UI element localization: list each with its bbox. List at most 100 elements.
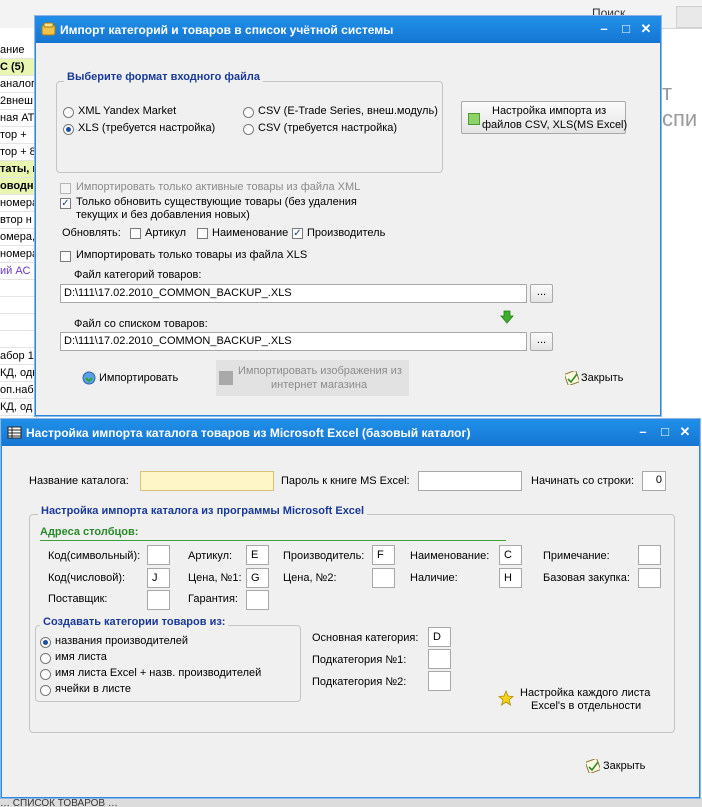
- background-list: ание С (5) аналог 2внеш ная АТ тор + тор + 8 та…: [0, 28, 37, 428]
- format-xls-label[interactable]: XLS (требуется настройка): [78, 122, 215, 134]
- star-icon: [498, 690, 514, 706]
- catalog-name-input[interactable]: [140, 471, 274, 491]
- format-xls-radio[interactable]: [63, 124, 74, 135]
- import-button-label: Импортировать: [99, 372, 179, 384]
- name-cell[interactable]: C: [499, 545, 522, 565]
- subcategory1-label: Подкатегория №1:: [312, 654, 407, 666]
- excel-password-label: Пароль к книге MS Excel:: [281, 475, 410, 487]
- code-symbolic-cell[interactable]: [147, 545, 170, 565]
- maximize-button[interactable]: □: [618, 21, 634, 37]
- background-list-row[interactable]: омера,: [0, 229, 36, 246]
- subcategory1-cell[interactable]: [428, 649, 451, 669]
- background-list-row[interactable]: оводн: [0, 178, 36, 195]
- import-images-line2: интернет магазина: [271, 379, 368, 391]
- code-numeric-cell[interactable]: J: [147, 568, 170, 588]
- format-xml-radio[interactable]: [63, 107, 74, 118]
- article-cell[interactable]: E: [246, 545, 269, 565]
- background-list-row[interactable]: таты, п: [0, 161, 36, 178]
- close-check-icon: [565, 371, 579, 385]
- update-producer-checkbox[interactable]: ✓: [292, 228, 303, 239]
- price1-cell[interactable]: G: [246, 568, 269, 588]
- excel-maximize-button[interactable]: □: [657, 424, 673, 440]
- minimize-button[interactable]: –: [596, 21, 612, 37]
- base-purchase-cell[interactable]: [638, 568, 661, 588]
- warranty-label: Гарантия:: [188, 593, 238, 605]
- excel-settings-group-title: Настройка импорта каталога из программы …: [38, 505, 368, 517]
- update-name-checkbox[interactable]: [197, 228, 208, 239]
- create-by-sheet-producer-label[interactable]: имя листа Excel + назв. производителей: [55, 667, 261, 679]
- background-status: … СПИСОК ТОВАРОВ …: [0, 798, 702, 807]
- excel-close-label: Закрыть: [603, 760, 646, 772]
- import-window-titlebar[interactable]: Импорт категорий и товаров в список учёт…: [36, 17, 660, 43]
- background-list-row[interactable]: втор н: [0, 212, 36, 229]
- categories-browse-button[interactable]: ...: [530, 284, 553, 303]
- start-row-input[interactable]: 0: [642, 471, 666, 491]
- format-xml-label[interactable]: XML Yandex Market: [78, 105, 176, 117]
- only-update-checkbox[interactable]: ✓: [60, 198, 71, 209]
- background-list-row[interactable]: оп.набо: [0, 382, 36, 399]
- availability-cell[interactable]: H: [499, 568, 522, 588]
- code-numeric-label: Код(числовой):: [48, 572, 126, 584]
- price2-cell[interactable]: [372, 568, 395, 588]
- supplier-cell[interactable]: [147, 590, 170, 610]
- background-list-row[interactable]: ий АС: [0, 263, 36, 280]
- background-list-row[interactable]: абор 1: [0, 348, 36, 365]
- background-list-row[interactable]: [0, 331, 36, 348]
- background-list-row[interactable]: КД, од: [0, 399, 36, 416]
- import-window-title: Импорт категорий и товаров в список учёт…: [60, 23, 394, 37]
- create-by-sheet-radio[interactable]: [40, 653, 51, 664]
- background-list-row[interactable]: номера: [0, 195, 36, 212]
- format-group-title: Выберите формат входного файла: [64, 71, 263, 83]
- update-article-checkbox[interactable]: [130, 228, 141, 239]
- background-list-row[interactable]: аналог: [0, 76, 36, 93]
- format-csv-etrade-label[interactable]: CSV (E-Trade Series, внеш.модуль): [258, 105, 438, 117]
- create-by-sheet-producer-radio[interactable]: [40, 669, 51, 680]
- categories-file-input[interactable]: D:\111\17.02.2010_COMMON_BACKUP_.XLS: [60, 284, 527, 303]
- close-window-button[interactable]: ✕: [638, 21, 654, 37]
- background-list-row[interactable]: тор +: [0, 127, 36, 144]
- excel-window-titlebar[interactable]: Настройка импорта каталога товаров из Mi…: [2, 420, 699, 446]
- subcategory2-label: Подкатегория №2:: [312, 676, 407, 688]
- background-list-row[interactable]: номера: [0, 246, 36, 263]
- update-label: Обновлять:: [62, 227, 121, 239]
- only-active-xml-checkbox[interactable]: [60, 183, 71, 194]
- main-category-label: Основная категория:: [312, 632, 419, 644]
- background-list-row[interactable]: КД, одн: [0, 365, 36, 382]
- create-by-cells-label[interactable]: ячейки в листе: [55, 683, 131, 695]
- create-by-cells-radio[interactable]: [40, 685, 51, 696]
- import-setup-button[interactable]: Настройка импорта из файлов CSV, XLS(MS …: [461, 101, 627, 134]
- excel-close-window-button[interactable]: ✕: [677, 424, 693, 440]
- background-list-row[interactable]: 2внеш: [0, 93, 36, 110]
- main-category-cell[interactable]: D: [428, 627, 451, 647]
- create-by-sheet-label[interactable]: имя листа: [55, 651, 107, 663]
- background-list-row[interactable]: [0, 314, 36, 331]
- per-sheet-settings-button[interactable]: Настройка каждого листа Excel's в отдель…: [498, 686, 658, 716]
- format-csv-label[interactable]: CSV (требуется настройка): [258, 122, 397, 134]
- producer-cell[interactable]: F: [372, 545, 395, 565]
- excel-password-input[interactable]: [418, 471, 522, 491]
- products-file-input[interactable]: D:\111\17.02.2010_COMMON_BACKUP_.XLS: [60, 332, 527, 351]
- update-name-label: Наименование: [212, 227, 289, 239]
- background-list-row[interactable]: [0, 280, 36, 297]
- format-csv-radio[interactable]: [243, 124, 254, 135]
- import-images-line1: Импортировать изображения из: [238, 365, 402, 377]
- note-cell[interactable]: [638, 545, 661, 565]
- excel-minimize-button[interactable]: –: [635, 424, 651, 440]
- start-row-label: Начинать со строки:: [531, 475, 635, 487]
- background-list-row[interactable]: ание: [0, 42, 36, 59]
- create-by-producer-label[interactable]: названия производителей: [55, 635, 188, 647]
- background-search-box[interactable]: [676, 6, 702, 28]
- background-list-row[interactable]: тор + 8: [0, 144, 36, 161]
- only-xls-checkbox[interactable]: [60, 251, 71, 262]
- background-list-row[interactable]: [0, 297, 36, 314]
- import-images-button[interactable]: Импортировать изображения из интернет ма…: [216, 360, 409, 396]
- only-xls-label: Импортировать только товары из файла XLS: [76, 249, 308, 261]
- producer-label: Производитель:: [283, 550, 365, 562]
- warranty-cell[interactable]: [246, 590, 269, 610]
- background-list-row[interactable]: С (5): [0, 59, 36, 76]
- products-browse-button[interactable]: ...: [530, 332, 553, 351]
- create-by-producer-radio[interactable]: [40, 637, 51, 648]
- background-list-row[interactable]: ная АТ: [0, 110, 36, 127]
- format-csv-etrade-radio[interactable]: [243, 107, 254, 118]
- subcategory2-cell[interactable]: [428, 671, 451, 691]
